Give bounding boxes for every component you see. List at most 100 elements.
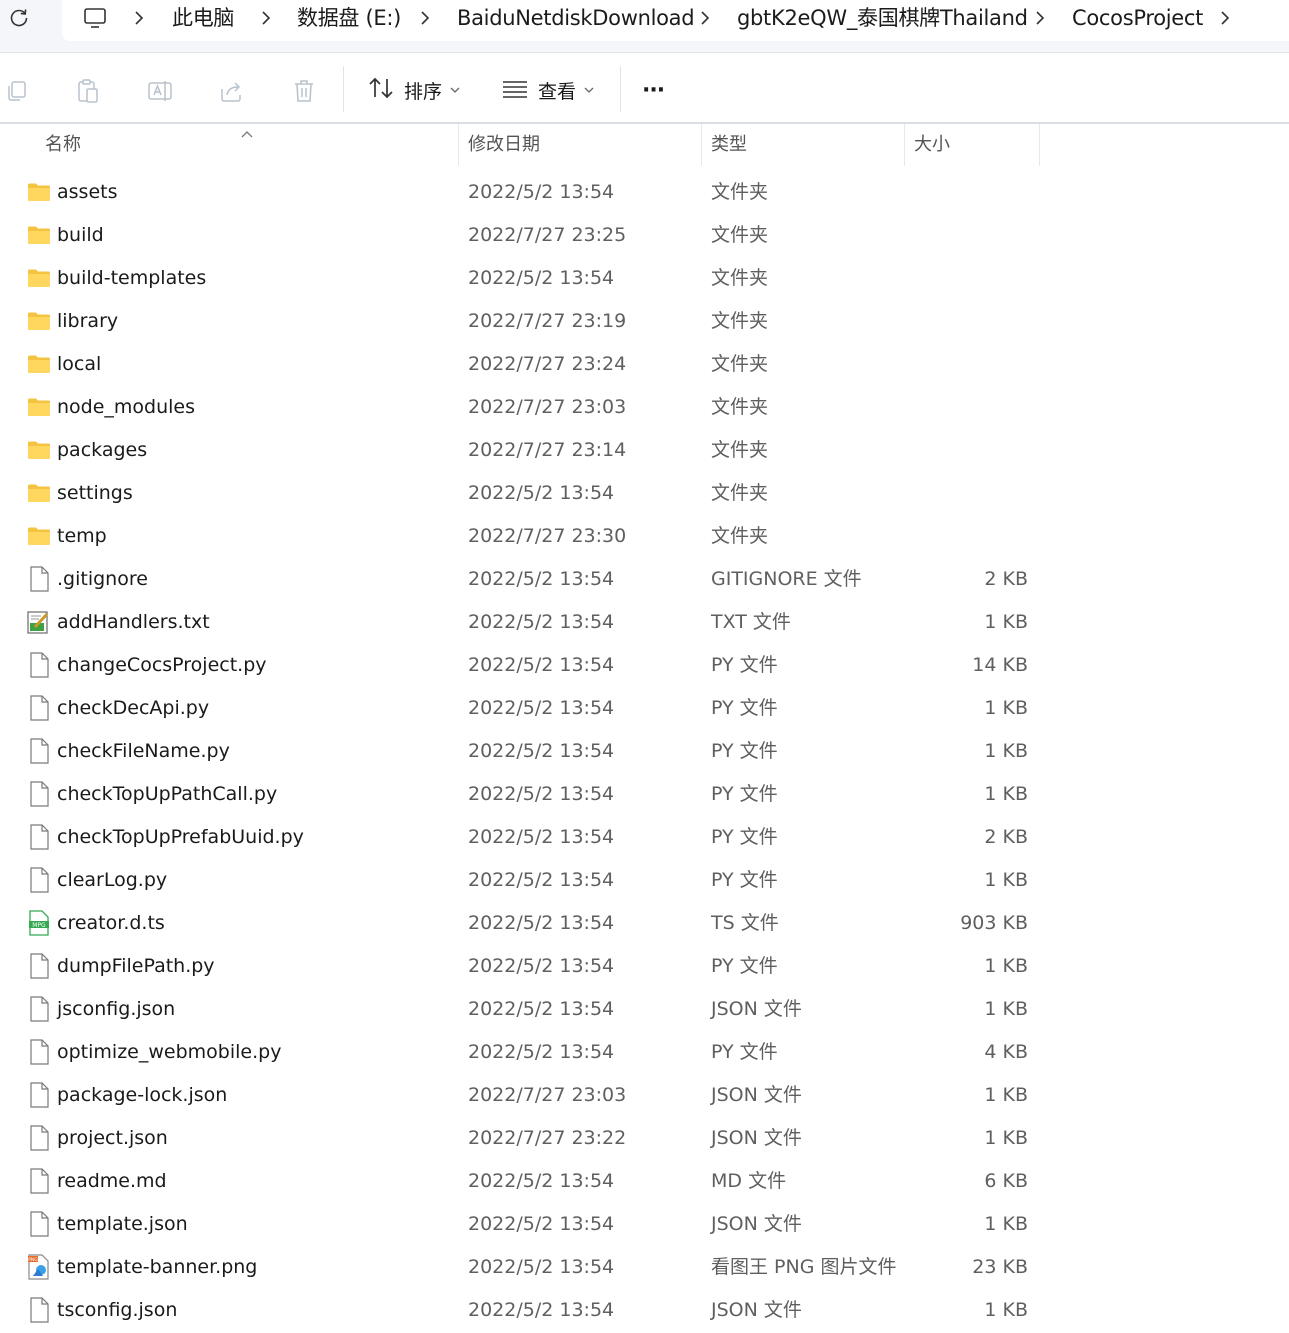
rename-icon[interactable] [145, 76, 175, 106]
column-divider[interactable] [904, 124, 905, 166]
file-icon [27, 867, 51, 893]
file-size: 1 KB [984, 1299, 1028, 1321]
folder-icon [27, 179, 51, 205]
chevron-right-icon[interactable] [698, 8, 712, 28]
file-row[interactable]: .gitignore 2022/5/2 13:54 GITIGNORE 文件 2 KB [0, 558, 1289, 601]
column-header-type[interactable]: 类型 [711, 124, 747, 166]
file-type: 文件夹 [711, 482, 769, 504]
chevron-right-icon[interactable] [418, 8, 432, 28]
file-size: 23 KB [972, 1256, 1028, 1278]
delete-icon[interactable] [289, 76, 319, 106]
chevron-right-icon[interactable] [1033, 8, 1047, 28]
refresh-icon[interactable] [6, 4, 32, 32]
copy-icon[interactable] [2, 76, 32, 106]
column-header-size[interactable]: 大小 [914, 124, 950, 166]
file-name: checkDecApi.py [57, 697, 210, 719]
view-button[interactable]: 查看 [502, 74, 594, 106]
file-row[interactable]: checkTopUpPathCall.py 2022/5/2 13:54 PY 文件… [0, 773, 1289, 816]
column-divider[interactable] [1039, 124, 1040, 166]
file-row[interactable]: node_modules 2022/7/27 23:03 文件夹 [0, 386, 1289, 429]
file-size: 1 KB [984, 740, 1028, 762]
file-row[interactable]: project.json 2022/7/27 23:22 JSON 文件 1 KB [0, 1117, 1289, 1160]
file-row[interactable]: readme.md 2022/5/2 13:54 MD 文件 6 KB [0, 1160, 1289, 1203]
file-name: jsconfig.json [57, 998, 176, 1020]
file-icon [27, 1082, 51, 1108]
paste-icon[interactable] [73, 76, 103, 106]
chevron-right-icon[interactable] [1218, 8, 1232, 28]
breadcrumb-item-drive[interactable]: 数据盘 (E:) [297, 4, 401, 32]
file-type: GITIGNORE 文件 [711, 568, 862, 590]
file-row[interactable]: optimize_webmobile.py 2022/5/2 13:54 PY 文件… [0, 1031, 1289, 1074]
file-size [905, 300, 1028, 343]
file-type: 文件夹 [711, 353, 769, 375]
file-type: JSON 文件 [711, 1213, 802, 1235]
file-name: checkTopUpPrefabUuid.py [57, 826, 304, 848]
file-row[interactable]: template.json 2022/5/2 13:54 JSON 文件 1 KB [0, 1203, 1289, 1246]
file-icon [27, 1125, 51, 1151]
file-size [905, 257, 1028, 300]
file-row[interactable]: changeCocsProject.py 2022/5/2 13:54 PY 文件 1… [0, 644, 1289, 687]
file-size: 2 KB [984, 826, 1028, 848]
breadcrumb-item-cocos-project[interactable]: CocosProject [1072, 4, 1203, 32]
computer-icon[interactable] [82, 5, 108, 31]
file-row[interactable]: PNG template-banner.png 2022/5/2 13:54 看图王 … [0, 1246, 1289, 1289]
file-type: PY 文件 [711, 654, 778, 676]
file-icon [27, 652, 51, 678]
file-row[interactable]: dumpFilePath.py 2022/5/2 13:54 PY 文件 1 KB [0, 945, 1289, 988]
column-header-date[interactable]: 修改日期 [468, 124, 540, 166]
breadcrumb-item-this-pc[interactable]: 此电脑 [172, 4, 234, 32]
file-name: clearLog.py [57, 869, 168, 891]
file-row[interactable]: package-lock.json 2022/7/27 23:03 JSON 文件 1… [0, 1074, 1289, 1117]
file-row[interactable]: checkFileName.py 2022/5/2 13:54 PY 文件 1 KB [0, 730, 1289, 773]
file-size: 1 KB [984, 611, 1028, 633]
file-name: template-banner.png [57, 1256, 258, 1278]
file-name: build [57, 224, 104, 246]
breadcrumb-item-download[interactable]: BaiduNetdiskDownload [457, 4, 695, 32]
column-divider[interactable] [458, 124, 459, 166]
file-row[interactable]: build-templates 2022/5/2 13:54 文件夹 [0, 257, 1289, 300]
file-type: 文件夹 [711, 181, 769, 203]
file-modified-date: 2022/5/2 13:54 [468, 1213, 615, 1235]
column-divider[interactable] [701, 124, 702, 166]
file-modified-date: 2022/5/2 13:54 [468, 267, 615, 289]
share-icon[interactable] [217, 76, 247, 106]
more-options-button[interactable]: ··· [642, 74, 665, 106]
breadcrumb[interactable]: 此电脑 数据盘 (E:) BaiduNetdiskDownload gbtK2e… [62, 0, 1289, 41]
breadcrumb-item-project-folder[interactable]: gbtK2eQW_泰国棋牌Thailand [737, 4, 1028, 32]
file-type: TXT 文件 [711, 611, 791, 633]
file-name: packages [57, 439, 148, 461]
file-size: 2 KB [984, 568, 1028, 590]
chevron-right-icon[interactable] [132, 8, 146, 28]
sort-button[interactable]: 排序 [368, 74, 460, 106]
file-type: PY 文件 [711, 783, 778, 805]
file-type: PY 文件 [711, 740, 778, 762]
file-type: 文件夹 [711, 224, 769, 246]
media-file-icon: MPG [27, 910, 51, 936]
file-row[interactable]: temp 2022/7/27 23:30 文件夹 [0, 515, 1289, 558]
file-type: JSON 文件 [711, 1299, 802, 1321]
file-row[interactable]: packages 2022/7/27 23:14 文件夹 [0, 429, 1289, 472]
file-row[interactable]: addHandlers.txt 2022/5/2 13:54 TXT 文件 1 KB [0, 601, 1289, 644]
file-size: 1 KB [984, 869, 1028, 891]
chevron-right-icon[interactable] [259, 8, 273, 28]
file-row[interactable]: local 2022/7/27 23:24 文件夹 [0, 343, 1289, 386]
file-icon [27, 566, 51, 592]
file-name: checkFileName.py [57, 740, 230, 762]
file-row[interactable]: library 2022/7/27 23:19 文件夹 [0, 300, 1289, 343]
file-row[interactable]: jsconfig.json 2022/5/2 13:54 JSON 文件 1 KB [0, 988, 1289, 1031]
file-row[interactable]: tsconfig.json 2022/5/2 13:54 JSON 文件 1 KB [0, 1289, 1289, 1332]
file-size: 1 KB [984, 1213, 1028, 1235]
file-row[interactable]: checkTopUpPrefabUuid.py 2022/5/2 13:54 PY … [0, 816, 1289, 859]
column-header-name[interactable]: 名称 [45, 124, 81, 166]
file-row[interactable]: checkDecApi.py 2022/5/2 13:54 PY 文件 1 KB [0, 687, 1289, 730]
file-type: JSON 文件 [711, 1127, 802, 1149]
file-icon [27, 1039, 51, 1065]
file-row[interactable]: settings 2022/5/2 13:54 文件夹 [0, 472, 1289, 515]
file-name: package-lock.json [57, 1084, 228, 1106]
file-size [905, 343, 1028, 386]
file-row[interactable]: clearLog.py 2022/5/2 13:54 PY 文件 1 KB [0, 859, 1289, 902]
file-row[interactable]: assets 2022/5/2 13:54 文件夹 [0, 171, 1289, 214]
file-modified-date: 2022/5/2 13:54 [468, 826, 615, 848]
file-row[interactable]: MPG creator.d.ts 2022/5/2 13:54 TS 文件 903 KB [0, 902, 1289, 945]
file-row[interactable]: build 2022/7/27 23:25 文件夹 [0, 214, 1289, 257]
